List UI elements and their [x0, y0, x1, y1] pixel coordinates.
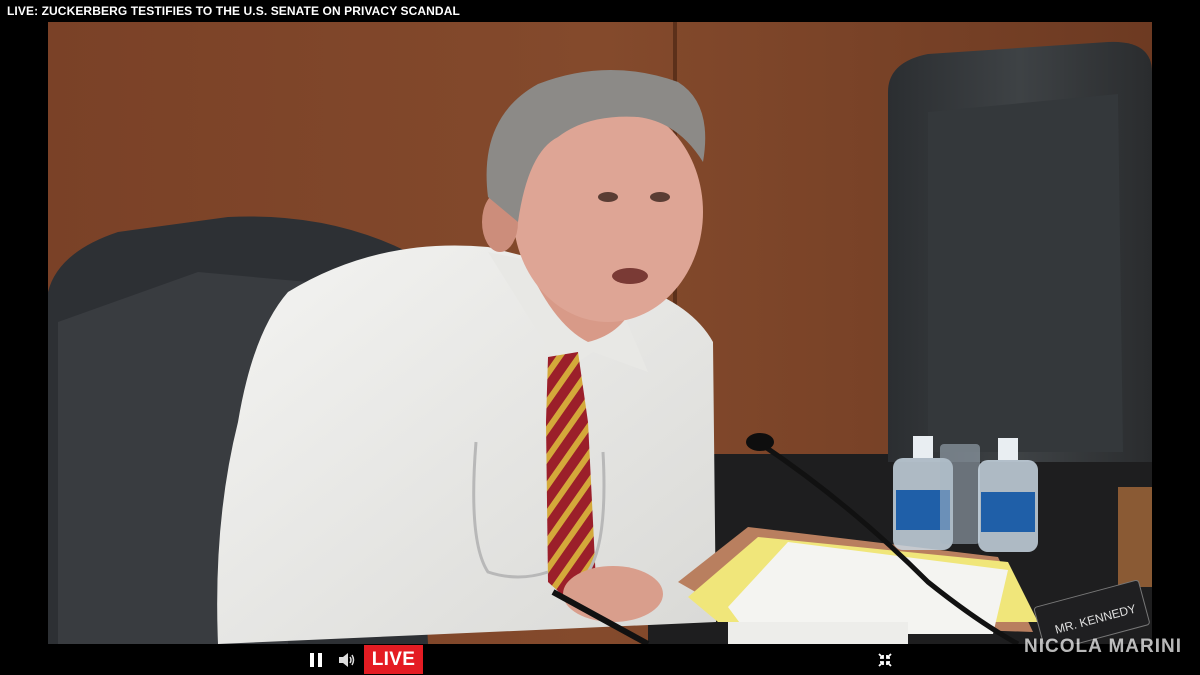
- notes-paper: [728, 622, 908, 644]
- pause-button[interactable]: [302, 644, 330, 675]
- video-frame[interactable]: MR. KENNEDY: [48, 22, 1152, 644]
- video-scene: MR. KENNEDY: [48, 22, 1152, 644]
- exit-fullscreen-button[interactable]: [872, 644, 898, 675]
- collapse-icon: [878, 652, 892, 667]
- mouth: [612, 268, 648, 284]
- chair-cushion: [928, 94, 1123, 452]
- volume-button[interactable]: [333, 644, 361, 675]
- player-controls: LIVE: [0, 644, 1200, 675]
- wooden-box: [1118, 487, 1152, 587]
- water-glass: [940, 444, 980, 544]
- right-eye: [650, 192, 670, 202]
- microphone-head: [746, 433, 774, 451]
- live-badge[interactable]: LIVE: [364, 645, 423, 674]
- hands: [563, 566, 663, 622]
- speaker-icon: [339, 652, 355, 667]
- pause-icon: [310, 652, 322, 667]
- video-title: LIVE: ZUCKERBERG TESTIFIES TO THE U.S. S…: [0, 0, 1200, 22]
- watermark: NICOLA MARINI: [1024, 636, 1182, 657]
- left-eye: [598, 192, 618, 202]
